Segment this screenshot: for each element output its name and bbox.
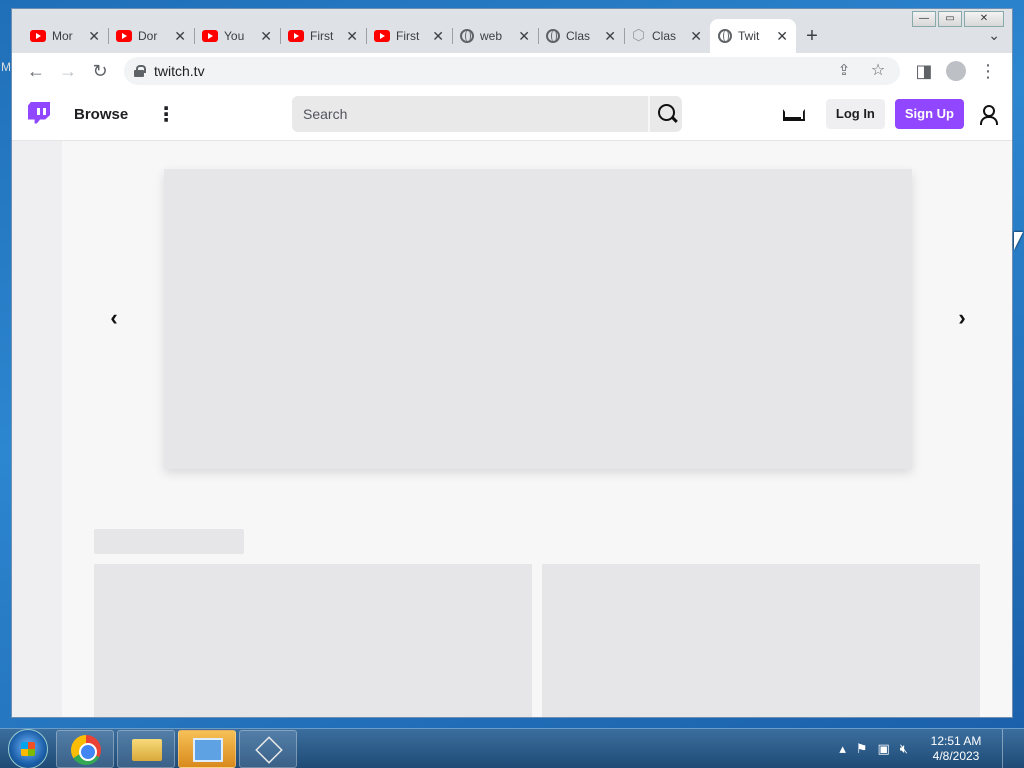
tab-title: Clas — [652, 29, 677, 43]
network-icon[interactable]: ▣ — [878, 741, 890, 757]
search-icon[interactable] — [648, 96, 682, 132]
taskbar-cube-app[interactable] — [239, 729, 297, 768]
tab-title: You — [224, 29, 245, 43]
search-bar — [292, 96, 682, 132]
side-panel-icon[interactable]: ◨ — [908, 55, 940, 87]
desktop-edge-glyph: M — [1, 60, 11, 74]
taskbar: ▴ ⚑ ▣ 🔇︎ 12:51 AM 4/8/2023 — [0, 728, 1024, 768]
tab-close-icon[interactable]: ✕ — [346, 28, 358, 45]
address-url[interactable]: twitch.tv — [154, 63, 205, 79]
tab[interactable]: First ✕ — [280, 19, 366, 53]
back-arrow-icon[interactable]: ← — [20, 55, 52, 87]
carousel-next-chevron-icon[interactable]: › — [952, 305, 972, 331]
more-vertical-icon[interactable]: ⋮ — [972, 55, 1004, 87]
tab[interactable]: Dor ✕ — [108, 19, 194, 53]
tab[interactable]: First ✕ — [366, 19, 452, 53]
tab-close-icon[interactable]: ✕ — [260, 28, 272, 45]
globe-icon — [460, 29, 474, 43]
tab-title: First — [396, 29, 420, 43]
folder-icon — [132, 738, 162, 761]
user-icon[interactable] — [978, 104, 998, 125]
signup-button[interactable]: Sign Up — [894, 99, 964, 129]
tab-close-icon[interactable]: ✕ — [690, 28, 702, 45]
tab-title: First — [310, 29, 334, 43]
tab-close-icon[interactable]: ✕ — [174, 28, 186, 45]
clock-time: 12:51 AM — [930, 733, 982, 748]
twitch-logo-icon[interactable] — [26, 100, 52, 130]
taskbar-control-panel[interactable] — [178, 729, 236, 768]
tab[interactable]: Mor ✕ — [22, 19, 108, 53]
nav-right-group: Log In Sign Up — [782, 99, 998, 129]
share-icon[interactable]: ⇪ — [832, 55, 856, 87]
carousel-prev-chevron-icon[interactable]: ‹ — [104, 305, 124, 331]
clock-date: 4/8/2023 — [932, 748, 980, 763]
youtube-icon — [374, 30, 390, 42]
stream-card-placeholder — [542, 564, 980, 717]
tab-title: Clas — [566, 29, 591, 43]
globe-icon — [718, 29, 732, 43]
lock-icon[interactable] — [134, 65, 146, 77]
twitch-top-nav: Browse ⋮ Log In Sign Up — [12, 89, 1012, 141]
start-button[interactable] — [8, 728, 48, 768]
tab-close-icon[interactable]: ✕ — [432, 28, 444, 45]
clock[interactable]: 12:51 AM 4/8/2023 — [926, 734, 986, 764]
globe-icon — [546, 29, 560, 43]
section-title-placeholder — [94, 529, 244, 554]
tab-close-icon[interactable]: ✕ — [518, 28, 530, 45]
mouse-cursor-icon — [1014, 232, 1023, 250]
tab[interactable]: web ✕ — [452, 19, 538, 53]
tab-active[interactable]: Twit ✕ — [710, 19, 796, 53]
stream-card-placeholder — [94, 564, 532, 717]
control-panel-icon — [193, 737, 223, 762]
cube-icon — [255, 735, 283, 764]
forward-arrow-icon[interactable]: → — [52, 55, 84, 87]
tab[interactable]: You ✕ — [194, 19, 280, 53]
profile-avatar-icon[interactable] — [946, 61, 966, 81]
hexagon-icon: ⬡ — [632, 27, 646, 44]
tab-strip: Mor ✕ Dor ✕ You ✕ First ✕ First ✕ web ✕ — [22, 19, 1012, 53]
browse-link[interactable]: Browse — [74, 106, 128, 123]
twitch-page: Browse ⋮ Log In Sign Up ‹ › — [12, 89, 1012, 717]
chrome-icon — [71, 734, 101, 765]
tab[interactable]: ⬡ Clas ✕ — [624, 19, 710, 53]
login-button[interactable]: Log In — [825, 99, 885, 129]
tab-title: Twit — [738, 29, 760, 43]
address-bar[interactable]: twitch.tv ⇪ ☆ — [124, 57, 900, 85]
action-center-flag-icon[interactable]: ⚑ — [856, 741, 868, 757]
youtube-icon — [116, 30, 132, 42]
new-tab-button[interactable]: + — [796, 19, 828, 53]
browser-window: — ▭ ✕ Mor ✕ Dor ✕ You ✕ First ✕ First ✕ — [11, 8, 1013, 718]
tab-close-icon[interactable]: ✕ — [88, 28, 100, 45]
youtube-icon — [202, 30, 218, 42]
show-desktop-button[interactable] — [1002, 728, 1016, 768]
bookmark-star-icon[interactable]: ☆ — [866, 55, 890, 87]
taskbar-explorer[interactable] — [117, 729, 175, 768]
search-input[interactable] — [292, 96, 648, 132]
system-tray: ▴ ⚑ ▣ 🔇︎ 12:51 AM 4/8/2023 — [839, 728, 1024, 768]
taskbar-chrome[interactable] — [56, 729, 114, 768]
youtube-icon — [288, 30, 304, 42]
crown-icon[interactable] — [782, 107, 802, 121]
more-options-icon[interactable]: ⋮ — [156, 102, 176, 127]
tab-search-chevron-icon[interactable]: ⌄ — [988, 27, 1000, 44]
reload-icon[interactable]: ↻ — [84, 55, 116, 87]
volume-muted-icon[interactable]: 🔇︎ — [900, 741, 908, 757]
tab-title: Mor — [52, 29, 73, 43]
side-nav-placeholder — [12, 141, 62, 717]
tab-title: web — [480, 29, 503, 43]
tray-expand-icon[interactable]: ▴ — [839, 741, 846, 757]
youtube-icon — [30, 30, 46, 42]
tab-close-icon[interactable]: ✕ — [604, 28, 616, 45]
featured-carousel-placeholder — [164, 169, 912, 469]
tab-close-icon[interactable]: ✕ — [776, 28, 788, 45]
tab-title: Dor — [138, 29, 158, 43]
tab[interactable]: Clas ✕ — [538, 19, 624, 53]
browser-toolbar: ← → ↻ twitch.tv ⇪ ☆ ◨ ⋮ — [12, 53, 1012, 89]
